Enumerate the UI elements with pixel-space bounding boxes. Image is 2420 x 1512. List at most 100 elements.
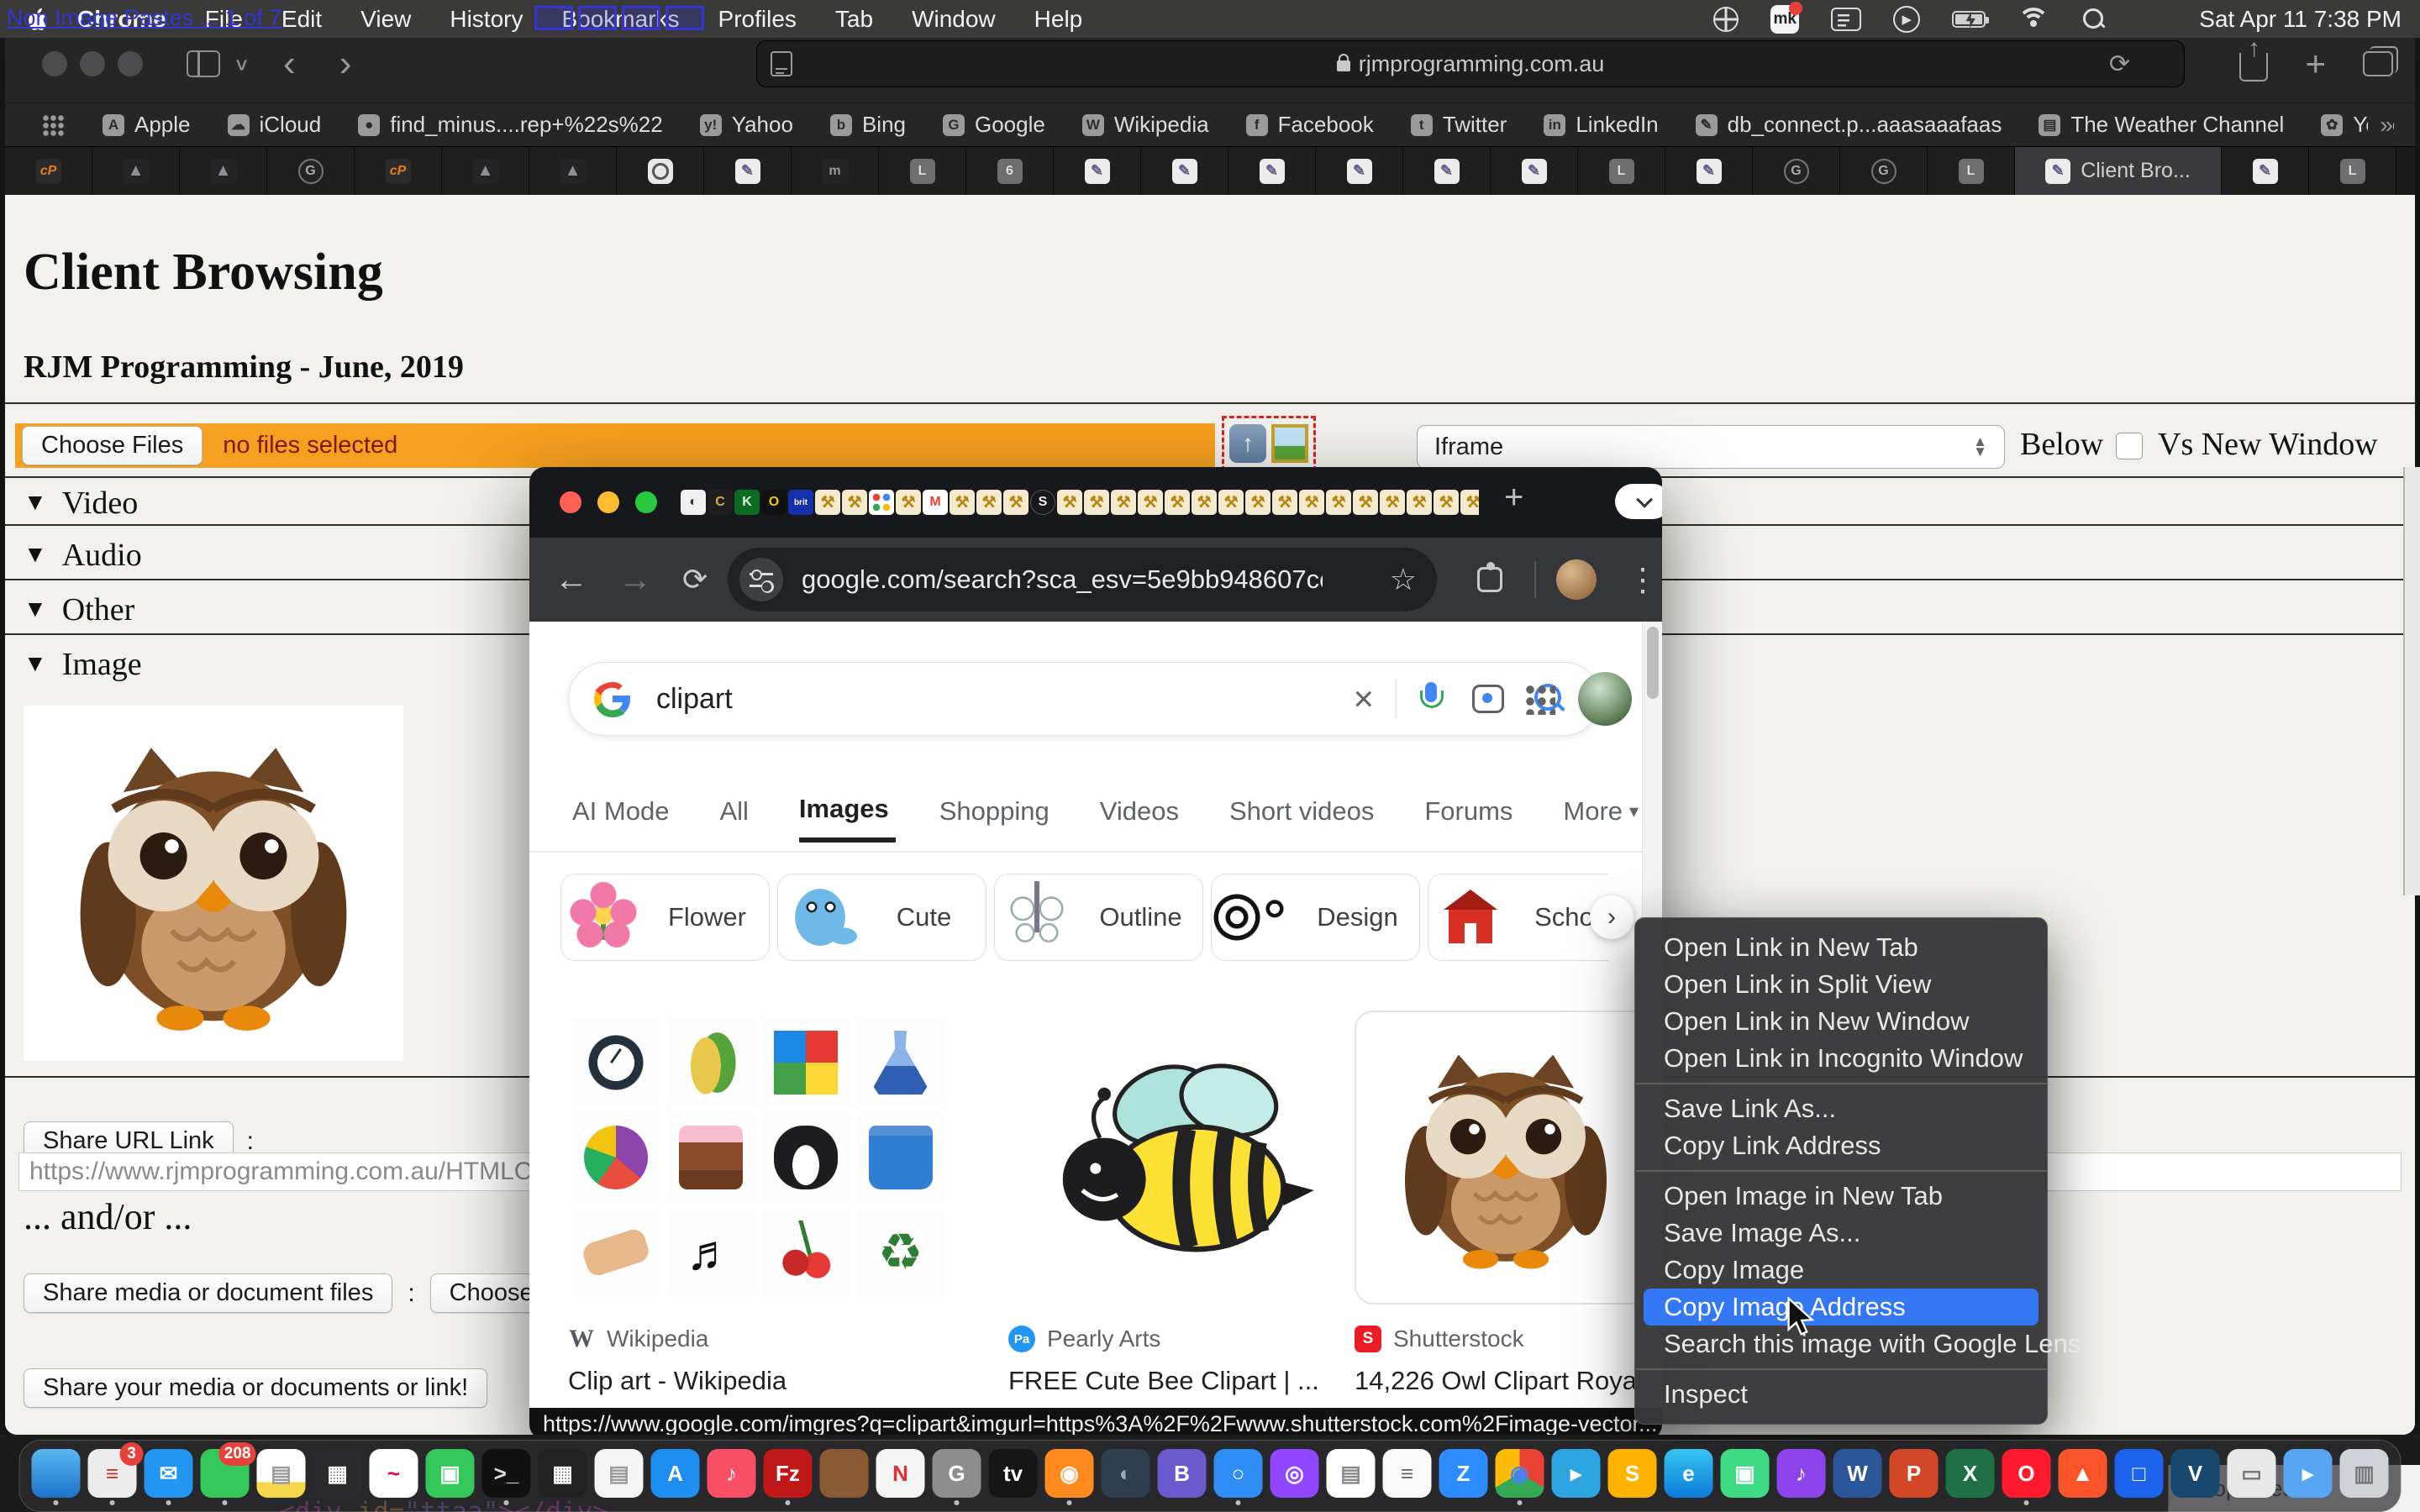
trash-icon[interactable]: ▥	[2340, 1449, 2389, 1498]
notes-icon[interactable]: ▤	[257, 1449, 306, 1498]
browser-tab[interactable]	[1228, 147, 1316, 195]
browser-tab[interactable]	[617, 147, 704, 195]
filter-chip[interactable]: School	[1428, 874, 1609, 961]
context-menu-item[interactable]: Open Link in Split View	[1635, 966, 2047, 1003]
messages-icon[interactable]: 208	[201, 1449, 250, 1498]
opera-icon[interactable]: O	[2002, 1449, 2051, 1498]
browser-tab[interactable]	[1578, 147, 1665, 195]
terminal-icon[interactable]: >_	[482, 1449, 531, 1498]
brave-icon[interactable]: ▲	[2059, 1449, 2107, 1498]
telegram-icon[interactable]: ▸	[1552, 1449, 1601, 1498]
filter-chip[interactable]: Flower	[560, 874, 770, 961]
result-source[interactable]: Pearly Arts	[1047, 1326, 1160, 1352]
sketch-icon[interactable]: S	[1608, 1449, 1657, 1498]
tab-favicon[interactable]	[1084, 490, 1109, 515]
bookmark-star-icon[interactable]: ☆	[1390, 562, 1417, 597]
browser-tab[interactable]	[879, 147, 966, 195]
context-menu-item[interactable]: Open Image in New Tab	[1635, 1178, 2047, 1215]
upload-icon[interactable]: ↑	[1229, 424, 1266, 463]
browser-tab[interactable]	[966, 147, 1054, 195]
tab-favicon[interactable]	[1272, 490, 1297, 515]
window-thumbnail-icon[interactable]: ▭	[2228, 1449, 2276, 1498]
browser-tab[interactable]	[704, 147, 792, 195]
wifi-icon[interactable]	[2018, 8, 2049, 31]
tab-favicon[interactable]	[1380, 490, 1405, 515]
system-settings-icon[interactable]: ≡3	[88, 1449, 137, 1498]
browser-tab[interactable]	[355, 147, 442, 195]
result-title[interactable]: FREE Cute Bee Clipart | ...	[1008, 1366, 1370, 1396]
minimize-window-button[interactable]	[597, 491, 619, 513]
filter-chip[interactable]: Cute	[777, 874, 986, 961]
browser-tab[interactable]	[792, 147, 879, 195]
tab-favicon[interactable]	[842, 490, 867, 515]
new-tab-button[interactable]: +	[1504, 479, 1523, 517]
menu-item[interactable]: Edit	[281, 6, 322, 33]
tab-favicon[interactable]	[950, 490, 975, 515]
docker-icon[interactable]: □	[2115, 1449, 2164, 1498]
google-search-box[interactable]: clipart ×	[568, 662, 1601, 736]
scrollbar-thumb[interactable]	[1647, 627, 1659, 699]
spotlight-search-icon[interactable]	[2081, 7, 2107, 32]
result-source[interactable]: Wikipedia	[607, 1326, 708, 1352]
context-menu-item[interactable]: Copy Image Address	[1644, 1289, 2039, 1326]
browser-tab[interactable]	[1491, 147, 1578, 195]
word-icon[interactable]: W	[1833, 1449, 1882, 1498]
menu-item[interactable]: Help	[1034, 6, 1083, 33]
result-title[interactable]: 14,226 Owl Clipart Royalt	[1355, 1366, 1640, 1396]
podcasts-icon[interactable]: ◎	[1270, 1449, 1319, 1498]
search-query[interactable]: clipart	[656, 683, 733, 716]
new-tab-icon[interactable]: +	[2305, 44, 2326, 84]
result-image-bee[interactable]	[1008, 1011, 1344, 1305]
search-category-tab[interactable]: Images	[799, 794, 896, 843]
tab-favicon[interactable]	[1245, 490, 1270, 515]
mail-icon[interactable]: ✉	[145, 1449, 193, 1498]
section-other[interactable]: ▼Other	[24, 591, 134, 628]
excel-icon[interactable]: X	[1946, 1449, 1995, 1498]
clear-search-icon[interactable]: ×	[1353, 679, 1374, 719]
tab-favicon[interactable]	[734, 490, 760, 515]
search-category-tab[interactable]: Videos	[1100, 794, 1186, 843]
tab-favicon[interactable]	[1460, 490, 1479, 515]
tab-favicon[interactable]	[976, 490, 1002, 515]
chrome-menu-icon[interactable]: ⋮	[1627, 561, 1660, 599]
context-menu-item[interactable]: Open Link in New Window	[1635, 1003, 2047, 1040]
finder-icon[interactable]	[32, 1449, 81, 1498]
edge-icon[interactable]: e	[1665, 1449, 1713, 1498]
play-icon[interactable]: ▶	[1893, 6, 1920, 33]
tab-favicon[interactable]	[1111, 490, 1136, 515]
browser-tab[interactable]	[2222, 147, 2309, 195]
close-window-button[interactable]	[560, 491, 581, 513]
safari-icon[interactable]: ○	[1214, 1449, 1263, 1498]
input-source-icon[interactable]	[1713, 5, 1739, 34]
downloads-folder-icon[interactable]: ▸	[2284, 1449, 2333, 1498]
tab-favicon[interactable]	[1030, 490, 1055, 515]
close-window-button[interactable]	[42, 51, 67, 76]
zoom-window-button[interactable]	[118, 51, 143, 76]
address-bar[interactable]: rjmprogramming.com.au ⟳	[756, 40, 2185, 87]
browser-tab[interactable]	[1928, 147, 2015, 195]
bookmark-item[interactable]: f Facebook	[1246, 112, 1374, 138]
eclipse-icon[interactable]: ◐	[1102, 1449, 1150, 1498]
mk-app-icon[interactable]: mk	[1770, 5, 1799, 34]
target-select[interactable]: Iframe ▲▼	[1417, 425, 2005, 469]
forward-button[interactable]: →	[618, 561, 652, 599]
menu-item[interactable]: Tab	[835, 6, 873, 33]
bookmark-item[interactable]: ▤ The Weather Channel	[2039, 112, 2284, 138]
camera-app-icon[interactable]: ▣	[1721, 1449, 1770, 1498]
calculator-icon[interactable]: ▦	[539, 1449, 587, 1498]
extensions-icon[interactable]	[1477, 567, 1502, 592]
result-source[interactable]: Shutterstock	[1393, 1326, 1524, 1352]
menu-item[interactable]: Window	[912, 6, 996, 33]
search-category-tab[interactable]: More ▾	[1563, 794, 1639, 843]
browser-tab[interactable]	[1316, 147, 1403, 195]
chevron-down-icon[interactable]: ∨	[234, 54, 250, 75]
menu-bar-clock[interactable]: Sat Apr 11 7:38 PM	[2199, 6, 2402, 33]
tab-favicon[interactable]	[1192, 490, 1217, 515]
profile-avatar[interactable]	[1556, 559, 1597, 600]
forward-button[interactable]: ›	[339, 43, 352, 85]
launchpad-icon[interactable]: ▦	[313, 1449, 362, 1498]
context-menu-item[interactable]: Open Link in Incognito Window	[1635, 1040, 2047, 1077]
tab-favicon[interactable]	[1326, 490, 1351, 515]
bookmark-item[interactable]: W Wikipedia	[1082, 112, 1209, 138]
tab-favicon[interactable]	[1003, 490, 1028, 515]
